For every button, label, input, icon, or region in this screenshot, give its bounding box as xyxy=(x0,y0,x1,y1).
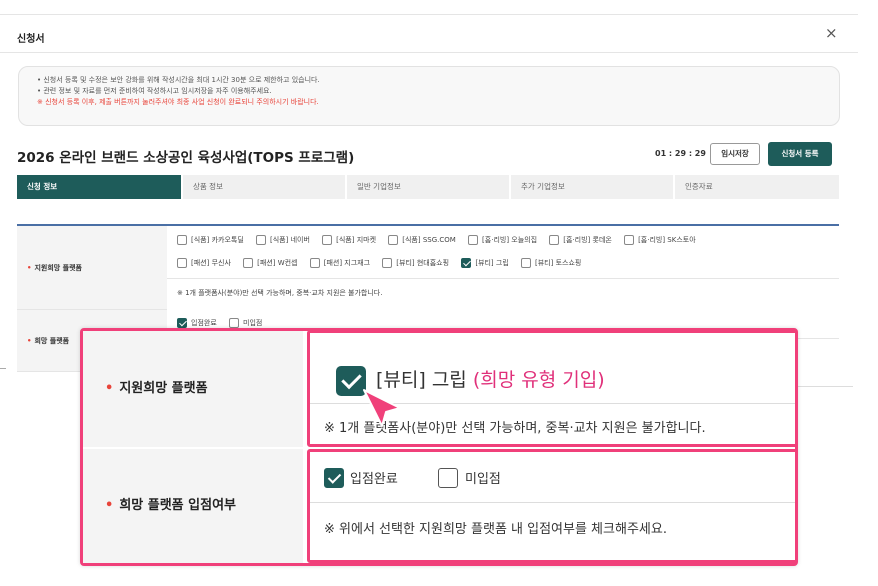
platform-option[interactable]: [식품] SSG.COM xyxy=(388,235,456,245)
tab-extra-company-info[interactable]: 추가 기업정보 xyxy=(511,175,673,199)
zoom-callout: • 지원희망 플랫폼 • 희망 플랫폼 입점여부 [뷰티] 그립 (희망 유형 기입… xyxy=(80,328,798,566)
platform-option[interactable]: [홈·리빙] 오늘의집 xyxy=(468,235,537,245)
tab-bar: 신청 정보 상품 정보 일반 기업정보 추가 기업정보 인증자료 xyxy=(17,175,839,199)
close-icon[interactable]: × xyxy=(825,24,838,42)
platform-option[interactable]: [홈·리빙] 롯데온 xyxy=(549,235,612,245)
modal-title: 신청서 xyxy=(17,34,45,45)
platform-options-row1: [식품] 카카오톡딜 [식품] 네이버 [식품] 지마켓 [식품] SSG.CO… xyxy=(177,235,706,247)
tab-certification[interactable]: 인증자료 xyxy=(675,175,839,199)
temp-save-button[interactable]: 임시저장 xyxy=(710,143,760,165)
pointer-cursor-icon xyxy=(363,389,401,427)
checkbox[interactable] xyxy=(309,258,320,268)
platform-option[interactable]: [식품] 카카오톡딜 xyxy=(177,235,244,245)
tab-company-info[interactable]: 일반 기업정보 xyxy=(347,175,509,199)
platform-option[interactable]: [뷰티] 그립 xyxy=(461,258,509,268)
platform-option[interactable]: [뷰티] 현대홈쇼핑 xyxy=(382,258,449,268)
checkbox[interactable] xyxy=(382,258,393,268)
checkbox[interactable] xyxy=(256,235,267,245)
zoom-entry-note: ※ 위에서 선택한 지원희망 플랫폼 내 입점여부를 체크해주세요. xyxy=(324,522,667,537)
checkbox[interactable] xyxy=(388,235,399,245)
platform-options-row2: [패션] 무신사 [패션] W컨셉 [패션] 지그재그 [뷰티] 현대홈쇼핑 [… xyxy=(177,258,591,270)
tab-product-info[interactable]: 상품 정보 xyxy=(183,175,345,199)
notice-line: • 관련 정보 및 자료를 먼저 준비하여 작성하시고 임시저장을 자주 이용해… xyxy=(37,87,272,95)
checkbox-checked[interactable] xyxy=(324,468,344,488)
checkbox[interactable] xyxy=(468,235,479,245)
checkbox[interactable] xyxy=(229,318,239,328)
platform-option[interactable]: [패션] 무신사 xyxy=(177,258,231,268)
submit-button[interactable]: 신청서 등록 xyxy=(768,142,832,166)
row-divider xyxy=(310,502,795,503)
platform-note: ※ 1개 플랫폼사(분야)만 선택 가능하며, 중복·교차 지원은 불가합니다. xyxy=(177,289,383,297)
platform-option[interactable]: [식품] 네이버 xyxy=(256,235,310,245)
entry-option-not[interactable]: 미입점 xyxy=(229,318,262,328)
zoom-entry-box: 입점완료 미입점 ※ 위에서 선택한 지원희망 플랫폼 내 입점여부를 체크해주… xyxy=(307,449,798,563)
platform-option[interactable]: [패션] W컨셉 xyxy=(243,258,298,268)
row-divider xyxy=(167,278,839,279)
header-divider xyxy=(0,52,858,53)
platform-option[interactable]: [패션] 지그재그 xyxy=(309,258,370,268)
zoom-platform-label: • 지원희망 플랫폼 xyxy=(83,331,303,447)
checkbox[interactable] xyxy=(177,235,187,245)
page-title: 2026 온라인 브랜드 소상공인 육성사업(TOPS 프로그램) xyxy=(17,150,355,166)
checkbox-checked[interactable] xyxy=(461,258,472,268)
entry-not-label: 미입점 xyxy=(465,472,501,487)
application-modal: 신청서 × • 신청서 등록 및 수정은 보안 강화를 위해 작성시간을 최대 … xyxy=(0,0,878,586)
zoom-entry-label: • 희망 플랫폼 입점여부 xyxy=(83,449,303,563)
tab-application-info[interactable]: 신청 정보 xyxy=(17,175,181,199)
platform-row-label: • 지원희망 플랫폼 xyxy=(17,226,167,310)
session-timer: 01 : 29 : 29 xyxy=(655,149,706,158)
notice-box: • 신청서 등록 및 수정은 보안 강화를 위해 작성시간을 최대 1시간 30… xyxy=(18,66,840,126)
platform-option[interactable]: [식품] 지마켓 xyxy=(322,235,376,245)
entry-done-label: 입점완료 xyxy=(350,472,398,487)
top-border xyxy=(0,14,858,15)
checkbox[interactable] xyxy=(521,258,531,268)
platform-option[interactable]: [홈·리빙] SK스토아 xyxy=(624,235,696,245)
edge-mark xyxy=(0,368,6,369)
annotation-text: (희망 유형 기입) xyxy=(472,369,605,391)
checkbox[interactable] xyxy=(549,235,560,245)
checkbox[interactable] xyxy=(243,258,254,268)
checkbox[interactable] xyxy=(624,235,635,245)
checkbox[interactable] xyxy=(438,468,458,488)
notice-warning: ※ 신청서 등록 이후, 제출 버튼까지 눌러주셔야 최종 사업 신청이 완료되… xyxy=(37,98,319,106)
entry-option-done[interactable]: 입점완료 xyxy=(177,318,217,328)
checkbox[interactable] xyxy=(177,258,187,268)
notice-line: • 신청서 등록 및 수정은 보안 강화를 위해 작성시간을 최대 1시간 30… xyxy=(37,76,320,84)
checkbox[interactable] xyxy=(322,235,333,245)
platform-option[interactable]: [뷰티] 토스쇼핑 xyxy=(521,258,581,268)
checkbox-checked[interactable] xyxy=(177,318,187,328)
